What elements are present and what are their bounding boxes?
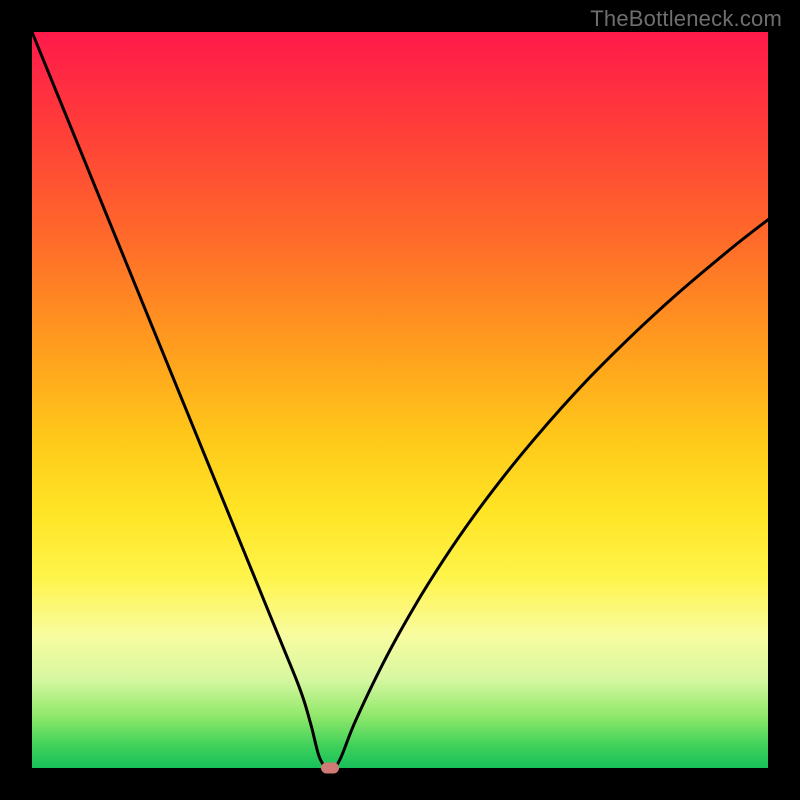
watermark-text: TheBottleneck.com [590,6,782,32]
optimum-marker [321,763,339,774]
plot-area [32,32,768,768]
chart-frame: TheBottleneck.com [0,0,800,800]
bottleneck-curve [32,32,768,768]
